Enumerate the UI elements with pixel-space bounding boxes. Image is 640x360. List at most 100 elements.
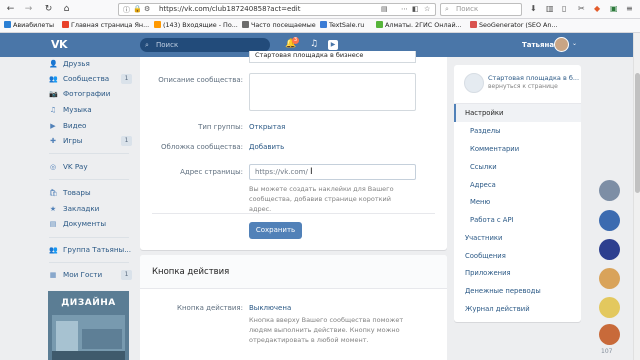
pocket-icon[interactable]: ◧ <box>412 5 419 13</box>
friend-avatar[interactable] <box>599 210 620 231</box>
search-icon: ⌕ <box>145 41 149 49</box>
music-icon[interactable]: ♫ <box>310 39 318 49</box>
library-icon[interactable]: ▥ <box>546 4 554 13</box>
vkpay-icon: ◎ <box>49 163 57 171</box>
chevron-down-icon[interactable]: ⌄ <box>572 40 577 47</box>
community-name-input[interactable]: Стартовая площадка в бизнесе <box>249 51 416 63</box>
sidebar-item-vkpay[interactable]: ◎ VK Pay <box>46 161 134 173</box>
documents-icon: ▤ <box>49 220 57 228</box>
menu-item-sections[interactable]: Разделы <box>454 122 581 140</box>
menu-icon[interactable]: ≡ <box>626 4 633 13</box>
lock-icon[interactable]: 🔒 <box>133 5 142 13</box>
extension-icon[interactable]: ◆ <box>594 4 600 13</box>
sidebar-item-friends[interactable]: 👤 Друзья <box>46 58 134 70</box>
bookmark-item[interactable]: Алматы. 2ГИС Онлай... <box>376 21 462 29</box>
bookmarks-icon: ★ <box>49 205 57 213</box>
url-text: https://vk.com/club187240858?act=edit <box>159 5 301 13</box>
avatar[interactable] <box>554 37 569 52</box>
save-button[interactable]: Сохранить <box>249 222 302 239</box>
sidebar-item-goods[interactable]: 🛍 Товары <box>46 187 134 199</box>
divider <box>152 213 435 214</box>
communities-icon: 👥 <box>49 75 58 83</box>
sidebar-item-communities[interactable]: 👥 Сообщества 1 <box>46 73 134 85</box>
page-scrollbar[interactable] <box>633 33 640 360</box>
sidebar-divider <box>49 262 129 263</box>
bookmark-item[interactable]: SeoGenerator (SEO An... <box>470 21 558 29</box>
action-button-card: Кнопка действия Кнопка действия: Выключе… <box>140 255 447 360</box>
forward-icon[interactable]: → <box>22 3 35 16</box>
back-to-page-link[interactable]: вернуться к странице <box>488 83 558 90</box>
play-icon[interactable]: ▶ <box>328 40 338 50</box>
music-icon: ♫ <box>49 106 57 114</box>
sidebar-item-games[interactable]: ✚ Игры 1 <box>46 135 134 147</box>
menu-item-settings[interactable]: Настройки <box>454 104 581 122</box>
action-button-label: Кнопка действия: <box>176 304 243 312</box>
settings-menu: Стартовая площадка в б... вернуться к ст… <box>454 65 581 322</box>
games-icon: ✚ <box>50 137 56 145</box>
friend-avatar[interactable] <box>599 180 620 201</box>
friend-avatar[interactable] <box>599 324 620 345</box>
vk-logo[interactable]: VK <box>51 38 68 51</box>
bookmark-item[interactable]: Авиабилеты <box>4 21 54 29</box>
sidebar-item-photos[interactable]: 📷 Фотографии <box>46 88 134 100</box>
sidebar-item-bookmarks[interactable]: ★ Закладки <box>46 203 134 215</box>
sidebar-divider <box>49 179 129 180</box>
screenshot-icon[interactable]: ✂ <box>578 4 585 13</box>
bookmark-item[interactable]: (143) Входящие - По... <box>154 21 238 29</box>
download-icon[interactable]: ⬇ <box>530 4 537 13</box>
back-icon[interactable]: ← <box>4 3 17 16</box>
permissions-icon[interactable]: ⚙ <box>144 5 150 13</box>
video-icon: ▶ <box>50 122 56 130</box>
sidebar-item-video[interactable]: ▶ Видео <box>46 120 134 132</box>
extension2-icon[interactable]: ▣ <box>610 4 618 13</box>
group-type-link[interactable]: Открытая <box>249 123 285 131</box>
description-textarea[interactable] <box>249 73 416 111</box>
cover-add-link[interactable]: Добавить <box>249 143 284 151</box>
card-title: Кнопка действия <box>152 267 230 277</box>
address-input[interactable]: https://vk.com/ <box>249 164 416 180</box>
url-bar[interactable]: ⓘ 🔒 ⚙ https://vk.com/club187240858?act=e… <box>118 3 436 16</box>
scroll-thumb[interactable] <box>635 73 640 193</box>
menu-item-members[interactable]: Участники <box>454 229 581 247</box>
reload-icon[interactable]: ↻ <box>42 3 55 16</box>
sidebar-ad-banner[interactable]: ДИЗАЙНА <box>48 291 129 360</box>
menu-item-action-log[interactable]: Журнал действий <box>454 300 581 318</box>
bookmark-item[interactable]: Часто посещаемые <box>242 21 316 29</box>
action-button-hint: Кнопка вверху Вашего сообщества поможет … <box>249 316 404 344</box>
menu-item-menu[interactable]: Меню <box>454 193 581 211</box>
friend-avatar[interactable] <box>599 239 620 260</box>
reader-icon[interactable]: ▤ <box>381 5 388 13</box>
sidebar-item-group[interactable]: 👥 Группа Татьяны... <box>46 244 134 256</box>
menu-item-addresses[interactable]: Адреса <box>454 176 581 194</box>
friend-avatar[interactable] <box>599 297 620 318</box>
bookmark-item[interactable]: TextSale.ru <box>320 21 364 29</box>
bookmark-item[interactable]: Главная страница Ян... <box>62 21 149 29</box>
vk-search-input[interactable]: ⌕ Поиск <box>140 38 270 52</box>
browser-search-input[interactable]: ⌕ Поиск <box>440 3 522 16</box>
home-icon[interactable]: ⌂ <box>60 3 73 16</box>
ad-title: ДИЗАЙНА <box>61 298 116 308</box>
info-icon[interactable]: ⓘ <box>123 5 130 15</box>
bookmark-favicon-icon <box>154 21 161 28</box>
group-avatar[interactable] <box>464 73 484 93</box>
menu-item-messages[interactable]: Сообщения <box>454 247 581 265</box>
sidebar-item-documents[interactable]: ▤ Документы <box>46 218 134 230</box>
settings-card: Стартовая площадка в бизнесе Описание со… <box>140 51 447 250</box>
user-name[interactable]: Татьяна <box>522 41 554 49</box>
menu-item-comments[interactable]: Комментарии <box>454 140 581 158</box>
more-icon[interactable]: ⋯ <box>401 5 408 13</box>
count-badge: 1 <box>121 74 132 84</box>
action-button-status-link[interactable]: Выключена <box>249 304 291 312</box>
friends-online-count[interactable]: 107 <box>601 348 612 355</box>
menu-item-links[interactable]: Ссылки <box>454 158 581 176</box>
bookmark-favicon-icon <box>4 21 11 28</box>
sidebar-item-music[interactable]: ♫ Музыка <box>46 104 134 116</box>
friend-avatar[interactable] <box>599 268 620 289</box>
menu-item-money-transfers[interactable]: Денежные переводы <box>454 282 581 300</box>
sidebar-icon[interactable]: ▯ <box>562 4 566 13</box>
menu-item-apps[interactable]: Приложения <box>454 264 581 282</box>
menu-item-api[interactable]: Работа с API <box>454 211 581 229</box>
bookmark-star-icon[interactable]: ☆ <box>424 5 430 13</box>
sidebar-item-guests[interactable]: ▦ Мои Гости 1 <box>46 269 134 281</box>
group-title-link[interactable]: Стартовая площадка в б... <box>488 74 579 82</box>
